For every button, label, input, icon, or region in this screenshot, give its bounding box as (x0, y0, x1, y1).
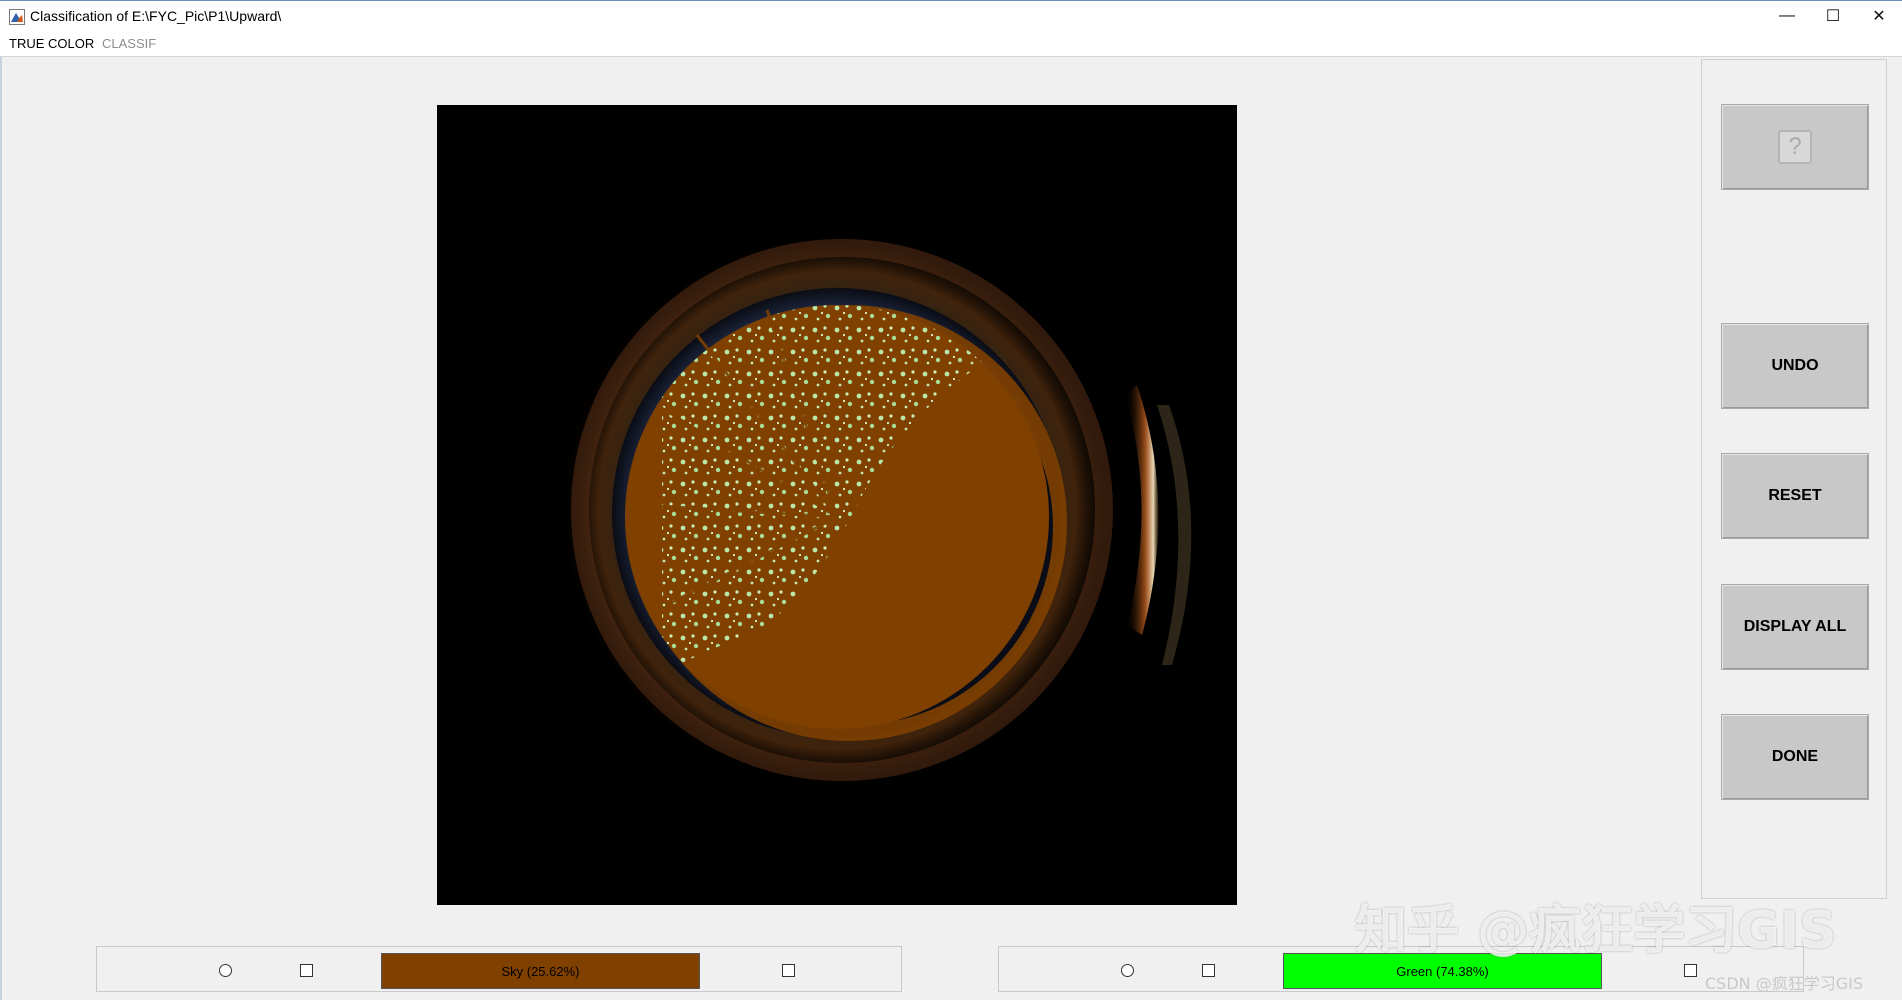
minimize-icon: — (1779, 7, 1795, 24)
title-bar: Classification of E:\FYC_Pic\P1\Upward\ … (0, 0, 1902, 31)
sky-class-button[interactable]: Sky (25.62%) (381, 953, 700, 989)
menu-true-color[interactable]: TRUE COLOR (9, 36, 94, 51)
green-checkbox[interactable] (1202, 964, 1215, 977)
green-radio-button[interactable] (1121, 964, 1134, 977)
menu-bar: TRUE COLOR CLASSIF (0, 31, 1902, 57)
menu-classif[interactable]: CLASSIF (102, 36, 156, 51)
sky-checkbox-right[interactable] (782, 964, 795, 977)
watermark-zhihu: 知乎 @疯狂学习GIS (1355, 901, 1837, 961)
green-checkbox-right[interactable] (1684, 964, 1697, 977)
classified-fisheye-image[interactable] (437, 105, 1237, 905)
sky-radio-button[interactable] (219, 964, 232, 977)
undo-button[interactable]: UNDO (1721, 323, 1869, 409)
window-edge (0, 57, 2, 1000)
display-all-button[interactable]: DISPLAY ALL (1721, 584, 1869, 670)
done-button[interactable]: DONE (1721, 714, 1869, 800)
question-icon: ? (1778, 130, 1812, 164)
close-icon: ✕ (1872, 8, 1886, 25)
watermark-csdn: CSDN @疯狂学习GIS (1705, 974, 1863, 993)
image-axes[interactable] (437, 105, 1237, 905)
class-panel-sky: Sky (25.62%) (96, 946, 902, 992)
close-button[interactable]: ✕ (1856, 1, 1902, 31)
reset-button[interactable]: RESET (1721, 453, 1869, 539)
window-title: Classification of E:\FYC_Pic\P1\Upward\ (30, 8, 282, 24)
maximize-button[interactable]: ☐ (1810, 1, 1856, 31)
minimize-button[interactable]: — (1764, 1, 1810, 31)
sky-checkbox[interactable] (300, 964, 313, 977)
matlab-figure-icon (9, 9, 25, 25)
help-button[interactable]: ? (1721, 104, 1869, 190)
maximize-icon: ☐ (1825, 8, 1841, 25)
